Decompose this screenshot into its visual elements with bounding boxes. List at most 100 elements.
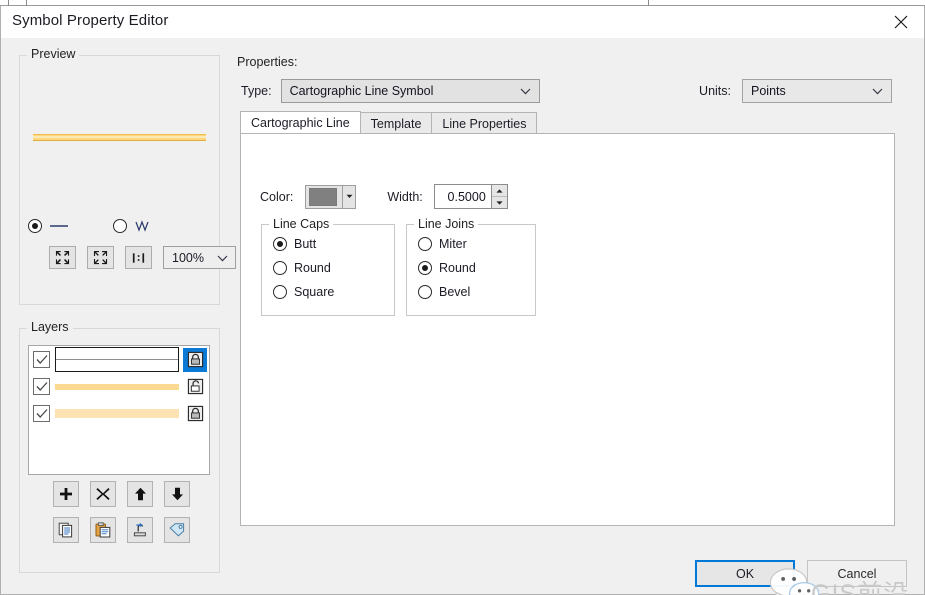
radio-indicator <box>273 285 287 299</box>
color-dropdown-button[interactable] <box>343 184 357 209</box>
line-caps-label: Line Caps <box>269 217 334 231</box>
layer-visible-checkbox[interactable] <box>33 351 50 368</box>
layer-line-band <box>55 383 179 390</box>
radio-indicator <box>418 237 432 251</box>
width-input[interactable]: 0.5000 <box>433 184 491 209</box>
layer-line-band <box>55 409 179 418</box>
table-row[interactable] <box>29 346 209 373</box>
window-title: Symbol Property Editor <box>12 12 169 29</box>
line-caps-fieldset: Line Caps Butt Round Square <box>261 217 395 316</box>
close-window-button[interactable] <box>878 6 924 37</box>
delete-layer-button[interactable] <box>90 481 116 507</box>
layer-preview-swatch[interactable] <box>55 376 179 397</box>
check-icon <box>36 409 48 418</box>
paste-layer-button[interactable] <box>90 517 116 543</box>
preview-mode-zigzag[interactable] <box>113 219 154 233</box>
line-join-bevel-radio[interactable]: Bevel <box>418 285 470 299</box>
preview-group-label: Preview <box>27 47 80 61</box>
plus-icon <box>60 488 72 500</box>
units-combo[interactable]: Points <box>742 79 892 103</box>
width-spin-buttons <box>490 184 508 209</box>
add-layer-button[interactable] <box>53 481 79 507</box>
layer-line-band <box>56 359 178 360</box>
preview-canvas <box>20 64 219 214</box>
width-stepper[interactable]: 0.5000 <box>433 184 508 209</box>
one-to-one-icon <box>132 252 145 263</box>
line-cap-square-radio[interactable]: Square <box>273 285 334 299</box>
check-icon <box>36 355 48 364</box>
width-decrement-button[interactable] <box>491 197 507 208</box>
preview-symbol-line <box>33 134 206 141</box>
radio-indicator <box>418 285 432 299</box>
layer-preview-swatch[interactable] <box>55 347 179 372</box>
type-row: Type: Cartographic Line Symbol <box>241 79 540 103</box>
layer-lock-button[interactable] <box>183 402 207 426</box>
tab-label: Cartographic Line <box>251 116 350 130</box>
arrow-up-icon <box>134 487 146 501</box>
preview-group: Preview 100% <box>19 47 236 305</box>
color-picker-button[interactable] <box>305 184 344 209</box>
chevron-down-icon <box>872 84 883 98</box>
radio-indicator <box>113 219 127 233</box>
line-cap-round-radio[interactable]: Round <box>273 261 331 275</box>
preview-mode-radio-group <box>28 219 213 241</box>
radio-indicator <box>273 261 287 275</box>
tab-template[interactable]: Template <box>359 112 433 134</box>
ok-button-label: OK <box>735 566 755 581</box>
layers-group: Layers <box>19 320 220 573</box>
zoom-in-fit-button[interactable] <box>49 246 76 269</box>
color-label: Color: <box>260 189 294 204</box>
chevron-down-icon <box>346 194 353 198</box>
move-layer-up-button[interactable] <box>127 481 153 507</box>
line-join-round-radio[interactable]: Round <box>418 261 476 275</box>
color-swatch-fill <box>309 187 338 206</box>
cancel-button[interactable]: Cancel <box>807 560 907 587</box>
table-row[interactable] <box>29 400 209 427</box>
tag-icon <box>169 523 185 537</box>
dialog-body: Preview 100% Layers Properties: Type: Ca… <box>1 38 924 595</box>
symbol-property-editor-dialog: Symbol Property Editor Preview 100% Laye… <box>0 6 925 595</box>
radio-label: Bevel <box>439 285 471 299</box>
actual-size-button[interactable] <box>125 246 152 269</box>
properties-label: Properties: <box>237 55 298 69</box>
lock-open-icon <box>187 378 203 395</box>
zoom-out-fit-button[interactable] <box>87 246 114 269</box>
tag-button[interactable] <box>164 517 190 543</box>
preview-mode-straight[interactable] <box>28 219 69 233</box>
radio-label: Round <box>294 261 331 275</box>
width-label: Width: <box>387 189 423 204</box>
tab-cartographic-line[interactable]: Cartographic Line <box>240 111 361 134</box>
width-increment-button[interactable] <box>491 185 507 197</box>
table-row[interactable] <box>29 373 209 400</box>
lock-stamp-icon <box>133 522 146 537</box>
layer-visible-checkbox[interactable] <box>33 405 50 422</box>
ok-button[interactable]: OK <box>695 560 795 587</box>
preview-zoom-combo[interactable]: 100% <box>163 246 236 269</box>
lock-closed-icon <box>187 351 203 368</box>
preview-zoom-value: 100% <box>172 250 204 265</box>
tab-line-properties[interactable]: Line Properties <box>431 112 538 134</box>
move-layer-down-button[interactable] <box>164 481 190 507</box>
layer-preview-swatch[interactable] <box>55 403 179 424</box>
units-row: Units: Points <box>699 79 892 103</box>
layer-visible-checkbox[interactable] <box>33 378 50 395</box>
cross-icon <box>96 488 110 500</box>
line-join-miter-radio[interactable]: Miter <box>418 237 467 251</box>
layer-lock-button[interactable] <box>183 375 207 399</box>
radio-label: Miter <box>439 237 467 251</box>
line-joins-label: Line Joins <box>414 217 479 231</box>
symbol-type-combo[interactable]: Cartographic Line Symbol <box>280 79 540 103</box>
chevron-down-icon <box>520 84 531 98</box>
radio-indicator <box>28 219 42 233</box>
layers-list[interactable] <box>28 345 210 475</box>
zigzag-line-icon <box>135 220 149 232</box>
radio-indicator <box>418 261 432 275</box>
lock-stamp-button[interactable] <box>127 517 153 543</box>
radio-label: Round <box>439 261 476 275</box>
line-cap-butt-radio[interactable]: Butt <box>273 237 316 251</box>
layer-lock-button[interactable] <box>183 347 207 372</box>
copy-layer-button[interactable] <box>53 517 79 543</box>
arrows-in-icon <box>55 250 70 265</box>
paste-icon <box>95 522 111 538</box>
color-width-row: Color: Width: 0.5000 <box>260 184 508 209</box>
